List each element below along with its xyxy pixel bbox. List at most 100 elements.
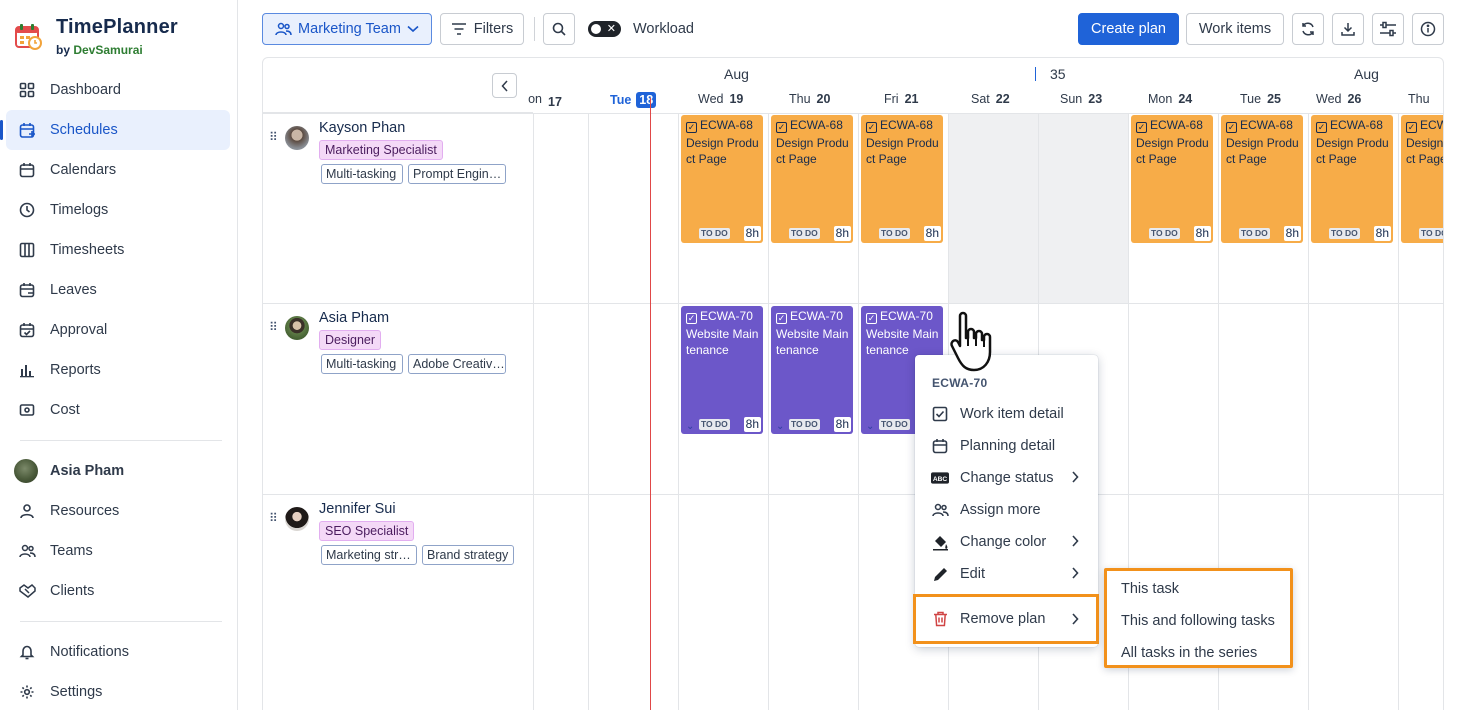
work-items-button[interactable]: Work items bbox=[1186, 13, 1284, 45]
task-card[interactable]: ✓ECWA-68 Design Product Page TO DO 8h bbox=[1401, 115, 1443, 243]
status-badge: TO DO bbox=[699, 419, 730, 430]
day-label-sun-23: Sun 23 bbox=[1060, 92, 1103, 106]
view-settings-button[interactable] bbox=[1372, 13, 1404, 45]
status-badge: TO DO bbox=[879, 228, 910, 239]
status-badge: TO DO bbox=[789, 419, 820, 430]
sidebar-item-label: Clients bbox=[50, 583, 95, 599]
refresh-button[interactable] bbox=[1292, 13, 1324, 45]
menu-item-assign-more[interactable]: Assign more bbox=[915, 494, 1098, 526]
status-badge: TO DO bbox=[1239, 228, 1270, 239]
filter-icon bbox=[451, 23, 466, 35]
skill-tag: Brand strategy bbox=[422, 545, 514, 565]
menu-item-work-item-detail[interactable]: Work item detail bbox=[915, 398, 1098, 430]
task-context-menu: ECWA-70 Work item detail Planning detail… bbox=[913, 355, 1099, 647]
menu-item-change-color[interactable]: Change color bbox=[915, 526, 1098, 558]
submenu-this-and-following[interactable]: This and following tasks bbox=[1121, 613, 1275, 629]
sidebar-item-notifications[interactable]: Notifications bbox=[6, 632, 230, 672]
chevron-right-icon bbox=[1072, 567, 1079, 579]
sidebar-item-timesheets[interactable]: Timesheets bbox=[6, 230, 230, 270]
task-id: ✓ ECWA-70 bbox=[686, 309, 753, 324]
month-label: Aug bbox=[1354, 66, 1379, 82]
task-card[interactable]: ✓ECWA-68 Design Product Page TO DO 8h bbox=[771, 115, 853, 243]
drag-handle-icon[interactable]: ⠿ bbox=[269, 130, 278, 144]
resource-name[interactable]: Asia Pham bbox=[319, 310, 389, 326]
resource-name[interactable]: Kayson Phan bbox=[319, 120, 405, 136]
status-badge: TO DO bbox=[1329, 228, 1360, 239]
task-card[interactable]: ✓ECWA-70 Website Maintenance ⌄ TO DO 8h bbox=[771, 306, 853, 434]
sidebar-item-label: Cost bbox=[50, 402, 80, 418]
search-icon bbox=[552, 22, 566, 36]
task-card[interactable]: ✓ECWA-68 Design Product Page TO DO 8h bbox=[1131, 115, 1213, 243]
sidebar-item-label: Notifications bbox=[50, 644, 129, 660]
grid-icon bbox=[18, 81, 36, 99]
day-label-sat-22: Sat 22 bbox=[971, 92, 1010, 106]
task-hours: 8h bbox=[833, 417, 851, 432]
task-card[interactable]: ✓ECWA-68 Design Product Page TO DO 8h bbox=[681, 115, 763, 243]
task-title: Website Maintenance bbox=[866, 327, 939, 357]
create-plan-button[interactable]: Create plan bbox=[1078, 13, 1179, 45]
brand-subtitle: by DevSamurai bbox=[56, 43, 143, 57]
sidebar-item-resources[interactable]: Resources bbox=[6, 491, 230, 531]
filters-button[interactable]: Filters bbox=[440, 13, 524, 45]
drag-handle-icon[interactable]: ⠿ bbox=[269, 320, 278, 334]
submenu-all-in-series[interactable]: All tasks in the series bbox=[1121, 645, 1257, 661]
status-badge: TO DO bbox=[879, 419, 910, 430]
sidebar-item-cost[interactable]: Cost bbox=[6, 390, 230, 430]
sidebar-item-timelogs[interactable]: Timelogs bbox=[6, 190, 230, 230]
task-card[interactable]: ✓ECWA-68 Design Product Page TO DO 8h bbox=[1311, 115, 1393, 243]
sidebar-item-dashboard[interactable]: Dashboard bbox=[6, 70, 230, 110]
chevron-right-icon bbox=[1072, 535, 1079, 547]
task-id: ✓ECWA-68 bbox=[1406, 118, 1443, 133]
sidebar-item-settings[interactable]: Settings bbox=[6, 672, 230, 710]
search-button[interactable] bbox=[543, 13, 575, 45]
download-button[interactable] bbox=[1332, 13, 1364, 45]
task-card[interactable]: ✓ECWA-68 Design Product Page TO DO 8h bbox=[1221, 115, 1303, 243]
team-selector[interactable]: Marketing Team bbox=[262, 13, 432, 45]
sidebar-item-approval[interactable]: Approval bbox=[6, 310, 230, 350]
sidebar-item-label: Teams bbox=[50, 543, 93, 559]
sidebar-item-leaves[interactable]: Leaves bbox=[6, 270, 230, 310]
menu-item-change-status[interactable]: ABC Change status bbox=[915, 462, 1098, 494]
status-badge: TO DO bbox=[1419, 228, 1443, 239]
menu-item-label: Assign more bbox=[960, 502, 1041, 518]
sidebar-item-label: Calendars bbox=[50, 162, 117, 178]
status-badge: TO DO bbox=[699, 228, 730, 239]
nav-divider bbox=[20, 621, 222, 622]
pencil-icon bbox=[931, 565, 949, 583]
menu-item-planning-detail[interactable]: Planning detail bbox=[915, 430, 1098, 462]
task-id: ✓ECWA-68 bbox=[866, 118, 933, 133]
collapse-sidebar-button[interactable] bbox=[492, 73, 517, 98]
checkbox-icon: ✓ bbox=[686, 122, 697, 133]
chevron-right-icon bbox=[1072, 471, 1079, 483]
current-user[interactable]: Asia Pham bbox=[6, 451, 230, 491]
brand[interactable]: TimePlanner by DevSamurai bbox=[14, 16, 178, 57]
brand-title: TimePlanner bbox=[56, 16, 178, 38]
skill-tag: Adobe Creativ… bbox=[408, 354, 506, 374]
sidebar-item-teams[interactable]: Teams bbox=[6, 531, 230, 571]
sidebar-item-schedules[interactable]: Schedules bbox=[0, 110, 230, 150]
task-hours: 8h bbox=[1373, 226, 1391, 241]
task-card[interactable]: ✓ECWA-68 Design Product Page TO DO 8h bbox=[861, 115, 943, 243]
clock-icon bbox=[18, 201, 36, 219]
drag-handle-icon[interactable]: ⠿ bbox=[269, 511, 278, 525]
timesheet-icon bbox=[18, 241, 36, 259]
submenu-this-task[interactable]: This task bbox=[1121, 581, 1179, 597]
day-label-fri-21: Fri 21 bbox=[884, 92, 919, 106]
task-card[interactable]: ✓ECWA-70 Website Maintenance ⌄ TO DO 8h bbox=[681, 306, 763, 434]
filters-label: Filters bbox=[473, 21, 514, 37]
resource-name[interactable]: Jennifer Sui bbox=[319, 501, 396, 517]
team-icon bbox=[18, 542, 36, 560]
download-icon bbox=[1341, 23, 1355, 36]
task-id: ✓ECWA-68 bbox=[1226, 118, 1293, 133]
info-button[interactable] bbox=[1412, 13, 1444, 45]
checkbox-icon: ✓ bbox=[866, 122, 877, 133]
chevron-left-icon bbox=[500, 79, 508, 92]
task-id: ✓ECWA-68 bbox=[776, 118, 843, 133]
sidebar-item-calendars[interactable]: Calendars bbox=[6, 150, 230, 190]
sidebar-item-clients[interactable]: Clients bbox=[6, 571, 230, 611]
menu-item-edit[interactable]: Edit bbox=[915, 558, 1098, 590]
menu-item-remove-plan[interactable]: Remove plan bbox=[913, 594, 1099, 644]
sidebar-item-reports[interactable]: Reports bbox=[6, 350, 230, 390]
workload-toggle[interactable]: ✕ bbox=[588, 21, 621, 37]
leave-icon bbox=[18, 281, 36, 299]
